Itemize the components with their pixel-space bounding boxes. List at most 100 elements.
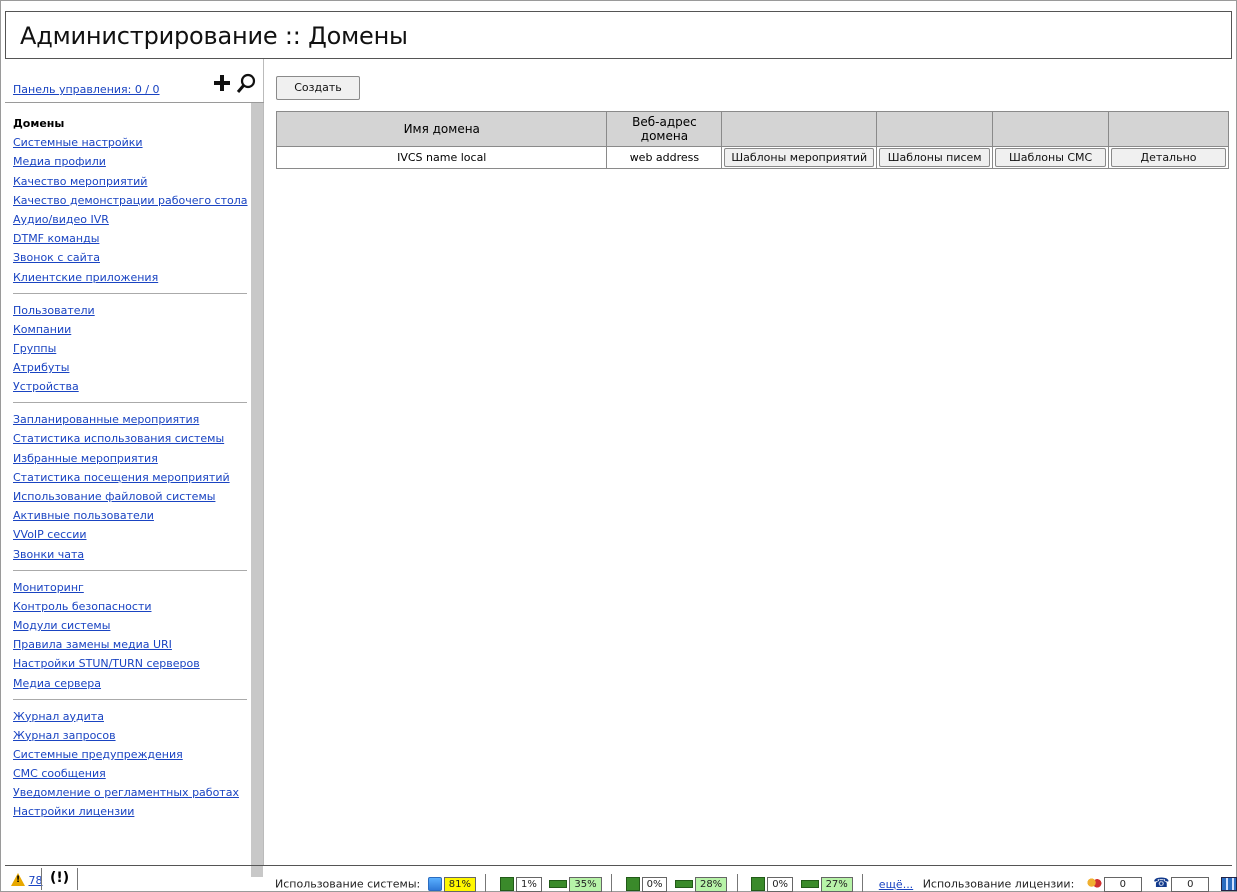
ram-icon [800, 880, 819, 888]
usage-label: Использование системы: [275, 877, 421, 891]
sidebar-item-vvoip-sessions[interactable]: VVoIP сессии [13, 528, 249, 541]
database-icon [427, 877, 442, 891]
details-cell: Детально [1108, 146, 1229, 169]
sidebar-item-usage-stats[interactable]: Статистика использования системы [13, 432, 249, 445]
mail-templates-cell: Шаблоны писем [876, 146, 994, 169]
web-address-cell: web address [606, 146, 723, 169]
usage-divider [862, 874, 864, 892]
media-icon [1220, 877, 1237, 891]
cpu-usage-meter: 1% [515, 876, 542, 892]
sidebar-divider [13, 402, 247, 404]
more-link[interactable]: ещё... [879, 878, 913, 891]
ram-icon [549, 880, 568, 888]
sidebar-menu: Домены Системные настройки Медиа профили… [13, 117, 249, 825]
cpu-usage-meter: 0% [767, 876, 794, 892]
sidebar-item-filesystem-usage[interactable]: Использование файловой системы [13, 490, 249, 503]
sidebar-item-users[interactable]: Пользователи [13, 304, 249, 317]
sidebar-divider [13, 698, 247, 700]
license-users-meter: 0 [1103, 876, 1142, 892]
col-domain-name[interactable]: Имя домена [275, 111, 608, 147]
sidebar: Панель управления: 0 / 0 Домены Системны… [5, 59, 264, 877]
app-window: Администрирование :: Домены Панель управ… [0, 0, 1237, 892]
domains-table: Имя домена Веб-адрес домена IVCS name lo… [275, 111, 1229, 169]
page-title: Администрирование :: Домены [20, 22, 408, 50]
table-row: IVCS name local web address Шаблоны меро… [275, 146, 1229, 169]
sidebar-item-active-users[interactable]: Активные пользователи [13, 509, 249, 522]
dashboard-link[interactable]: Панель управления: 0 / 0 [13, 83, 160, 96]
sidebar-divider [13, 569, 247, 571]
col-details [1108, 111, 1229, 147]
sidebar-item-web-call[interactable]: Звонок с сайта [13, 251, 249, 264]
sidebar-item-attendance-stats[interactable]: Статистика посещения мероприятий [13, 471, 249, 484]
status-divider [77, 868, 78, 890]
col-mail-templates [876, 111, 994, 147]
sidebar-scrollbar[interactable] [251, 103, 263, 877]
sidebar-item-companies[interactable]: Компании [13, 323, 249, 336]
sidebar-item-client-apps[interactable]: Клиентские приложения [13, 271, 249, 284]
cpu-usage-meter: 0% [641, 876, 668, 892]
system-usage: Использование системы: 81% 1% 35% 0% 28%… [275, 874, 1237, 892]
sidebar-item-av-ivr[interactable]: Аудио/видео IVR [13, 213, 249, 226]
usage-divider [611, 874, 613, 892]
domain-name-cell: IVCS name local [275, 146, 608, 169]
sidebar-item-groups[interactable]: Группы [13, 342, 249, 355]
license-usage-label: Использование лицензии: [922, 877, 1075, 891]
sidebar-item-stun-turn[interactable]: Настройки STUN/TURN серверов [13, 657, 249, 670]
sms-templates-cell: Шаблоны СМС [992, 146, 1110, 169]
table-header-row: Имя домена Веб-адрес домена [275, 111, 1229, 147]
sidebar-item-monitoring[interactable]: Мониторинг [13, 581, 249, 594]
sidebar-item-devices[interactable]: Устройства [13, 380, 249, 393]
cpu-icon [499, 877, 514, 891]
plus-icon[interactable] [212, 73, 232, 93]
sidebar-item-media-uri-rules[interactable]: Правила замены медиа URI [13, 638, 249, 651]
sidebar-item-chat-calls[interactable]: Звонки чата [13, 548, 249, 561]
mail-templates-button[interactable]: Шаблоны писем [879, 148, 991, 167]
sidebar-item-license-settings[interactable]: Настройки лицензии [13, 805, 249, 818]
usage-divider [485, 874, 487, 892]
usage-divider [736, 874, 738, 892]
sidebar-item-request-log[interactable]: Журнал запросов [13, 729, 249, 742]
sidebar-item-media-profiles[interactable]: Медиа профили [13, 155, 249, 168]
sidebar-item-audit-log[interactable]: Журнал аудита [13, 710, 249, 723]
event-templates-cell: Шаблоны мероприятий [721, 146, 878, 169]
sidebar-item-media-servers[interactable]: Медиа сервера [13, 677, 249, 690]
sync-icon[interactable]: (!) [50, 870, 69, 886]
create-button[interactable]: Создать [276, 76, 360, 100]
sidebar-item-favorite-events[interactable]: Избранные мероприятия [13, 452, 249, 465]
main-content: Создать Имя домена Веб-адрес домена IVCS… [264, 59, 1232, 865]
sidebar-item-attributes[interactable]: Атрибуты [13, 361, 249, 374]
db-usage-meter: 81% [443, 876, 476, 892]
cpu-icon [625, 877, 640, 891]
sms-templates-button[interactable]: Шаблоны СМС [995, 148, 1107, 167]
sidebar-item-modules[interactable]: Модули системы [13, 619, 249, 632]
col-sms-templates [992, 111, 1110, 147]
warning-icon [11, 873, 25, 886]
sidebar-item-system-settings[interactable]: Системные настройки [13, 136, 249, 149]
sidebar-divider [13, 292, 247, 294]
ram-usage-meter: 35% [569, 876, 602, 892]
search-icon[interactable] [235, 73, 257, 95]
phone-icon: ☎ [1153, 876, 1170, 891]
event-templates-button[interactable]: Шаблоны мероприятий [724, 148, 875, 167]
sidebar-item-scheduled-events[interactable]: Запланированные мероприятия [13, 413, 249, 426]
sidebar-item-security[interactable]: Контроль безопасности [13, 600, 249, 613]
sidebar-item-event-quality[interactable]: Качество мероприятий [13, 175, 249, 188]
sidebar-item-dtmf[interactable]: DTMF команды [13, 232, 249, 245]
sidebar-item-sms[interactable]: СМС сообщения [13, 767, 249, 780]
col-event-templates [721, 111, 878, 147]
page-header: Администрирование :: Домены [5, 11, 1232, 59]
details-button[interactable]: Детально [1111, 148, 1226, 167]
ram-icon [674, 880, 693, 888]
sidebar-toolbar: Панель управления: 0 / 0 [5, 59, 264, 103]
status-bar: 78 (!) Использование системы: 81% 1% 35%… [5, 865, 1237, 892]
ram-usage-meter: 28% [694, 876, 728, 892]
sidebar-item-desktop-quality[interactable]: Качество демонстрации рабочего стола [13, 194, 249, 207]
ram-usage-meter: 27% [820, 876, 853, 892]
sidebar-item-maintenance[interactable]: Уведомление о регламентных работах [13, 786, 249, 799]
col-web-address[interactable]: Веб-адрес домена [606, 111, 723, 147]
sidebar-item-system-warnings[interactable]: Системные предупреждения [13, 748, 249, 761]
cpu-icon [751, 877, 766, 891]
status-divider [41, 868, 42, 890]
sidebar-item-domains[interactable]: Домены [13, 117, 249, 130]
alerts-indicator[interactable]: 78 [11, 873, 43, 887]
